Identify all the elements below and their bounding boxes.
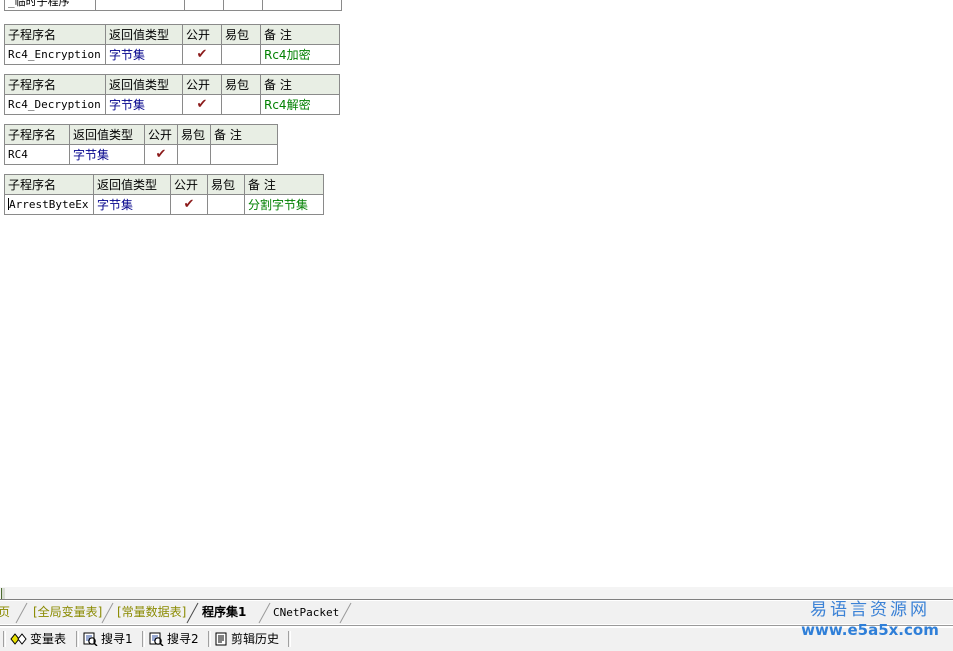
- table-header-row: 子程序名 返回值类型 公开 易包 备 注: [4, 24, 340, 45]
- col-header-easy-pack[interactable]: 易包: [221, 74, 261, 95]
- col-header-remark[interactable]: 备 注: [260, 74, 340, 95]
- tab-constant-data-table[interactable]: [常量数据表]: [115, 601, 188, 624]
- table-row[interactable]: _临时子程序: [4, 0, 342, 11]
- tab-bar-divider: [0, 624, 953, 626]
- cell-remark[interactable]: [210, 144, 278, 165]
- table-header-row: 子程序名 返回值类型 公开 易包 备 注: [4, 74, 340, 95]
- magnifier-page-icon: [83, 632, 98, 646]
- col-header-remark[interactable]: 备 注: [260, 24, 340, 45]
- table-header-row: 子程序名 返回值类型 公开 易包 备 注: [4, 124, 278, 145]
- tab-separator-icon: [186, 602, 199, 624]
- tab-label: [常量数据表]: [117, 605, 187, 619]
- toolbar-item-search-2[interactable]: 搜寻2: [149, 630, 199, 648]
- horizontal-scrollbar[interactable]: [0, 586, 953, 600]
- col-header-return-type[interactable]: 返回值类型: [69, 124, 145, 145]
- col-header-easy-pack[interactable]: 易包: [207, 174, 245, 195]
- table-row[interactable]: RC4 字节集 ✔: [4, 144, 278, 165]
- tab-page[interactable]: 页: [0, 601, 12, 624]
- cell-routine-name[interactable]: RC4: [4, 144, 70, 165]
- col-header-public[interactable]: 公开: [144, 124, 178, 145]
- code-editor-canvas[interactable]: _临时子程序 子程序名 返回值类型 公开 易包 备 注 Rc4_Encrypti…: [0, 0, 953, 586]
- cell-return-type[interactable]: 字节集: [69, 144, 145, 165]
- toolbar-divider: [76, 631, 79, 647]
- col-header-name[interactable]: 子程序名: [4, 174, 94, 195]
- cell-easy-pack[interactable]: [223, 0, 263, 11]
- cell-return-type[interactable]: 字节集: [105, 94, 183, 115]
- toolbar-item-search-1[interactable]: 搜寻1: [83, 630, 133, 648]
- cell-routine-name[interactable]: Rc4_Decryption: [4, 94, 106, 115]
- tab-separator-icon: [15, 602, 28, 624]
- cell-public-checkmark[interactable]: ✔: [170, 194, 208, 215]
- table-header-row: 子程序名 返回值类型 公开 易包 备 注: [4, 174, 324, 195]
- col-header-easy-pack[interactable]: 易包: [177, 124, 211, 145]
- toolbar-divider: [288, 631, 291, 647]
- col-header-public[interactable]: 公开: [170, 174, 208, 195]
- cell-remark[interactable]: Rc4加密: [260, 44, 340, 65]
- col-header-remark[interactable]: 备 注: [244, 174, 324, 195]
- table-row[interactable]: ArrestByteEx 字节集 ✔ 分割字节集: [4, 194, 324, 215]
- cell-return-type[interactable]: [95, 0, 185, 11]
- cell-return-type[interactable]: 字节集: [105, 44, 183, 65]
- col-header-name[interactable]: 子程序名: [4, 24, 106, 45]
- col-header-name[interactable]: 子程序名: [4, 124, 70, 145]
- toolbar-divider: [3, 631, 6, 647]
- col-header-name[interactable]: 子程序名: [4, 74, 106, 95]
- cell-remark[interactable]: [262, 0, 342, 11]
- table-row[interactable]: Rc4_Decryption 字节集 ✔ Rc4解密: [4, 94, 340, 115]
- diamonds-icon: [10, 632, 27, 645]
- toolbar-divider: [208, 631, 211, 647]
- col-header-return-type[interactable]: 返回值类型: [105, 24, 183, 45]
- tab-label: CNetPacket: [273, 606, 340, 619]
- tab-global-variable-table[interactable]: [全局变量表]: [31, 601, 104, 624]
- col-header-remark[interactable]: 备 注: [210, 124, 278, 145]
- cell-routine-name[interactable]: _临时子程序: [4, 0, 96, 11]
- routine-table-rc4-encryption[interactable]: 子程序名 返回值类型 公开 易包 备 注 Rc4_Encryption 字节集 …: [4, 24, 340, 65]
- tab-label: 程序集1: [202, 605, 247, 619]
- tab-label: [全局变量表]: [33, 605, 103, 619]
- cell-easy-pack[interactable]: [221, 44, 261, 65]
- tab-separator-icon: [101, 602, 114, 624]
- cell-routine-name-focused[interactable]: ArrestByteEx: [4, 194, 94, 215]
- horizontal-scrollbar-thumb[interactable]: [1, 588, 5, 599]
- routine-table-clipped[interactable]: _临时子程序: [4, 0, 342, 11]
- cell-easy-pack[interactable]: [207, 194, 245, 215]
- routine-table-arrestbyteex[interactable]: 子程序名 返回值类型 公开 易包 备 注 ArrestByteEx 字节集 ✔ …: [4, 174, 324, 215]
- document-tab-bar[interactable]: 页 [全局变量表] [常量数据表] 程序集1 CNetPacket: [0, 601, 953, 625]
- clipboard-icon: [215, 632, 227, 646]
- routine-table-rc4[interactable]: 子程序名 返回值类型 公开 易包 备 注 RC4 字节集 ✔: [4, 124, 278, 165]
- cell-remark[interactable]: Rc4解密: [260, 94, 340, 115]
- cell-remark[interactable]: 分割字节集: [244, 194, 324, 215]
- cell-public-checkmark[interactable]: ✔: [182, 94, 222, 115]
- routine-table-rc4-decryption[interactable]: 子程序名 返回值类型 公开 易包 备 注 Rc4_Decryption 字节集 …: [4, 74, 340, 115]
- toolbar-item-label: 变量表: [30, 632, 67, 646]
- toolbar-item-clip-history[interactable]: 剪辑历史: [215, 630, 279, 648]
- toolbar-item-label: 搜寻2: [167, 632, 199, 646]
- toolbar-item-label: 剪辑历史: [231, 632, 280, 646]
- toolbar-item-variable-table[interactable]: 变量表: [10, 630, 66, 648]
- magnifier-page-icon: [149, 632, 164, 646]
- cell-easy-pack[interactable]: [177, 144, 211, 165]
- toolbar-divider: [142, 631, 145, 647]
- cell-public-checkmark[interactable]: ✔: [144, 144, 178, 165]
- cell-easy-pack[interactable]: [221, 94, 261, 115]
- tab-cnetpacket[interactable]: CNetPacket: [271, 601, 341, 624]
- col-header-public[interactable]: 公开: [182, 74, 222, 95]
- cell-routine-name-text: ArrestByteEx: [9, 198, 89, 211]
- cell-routine-name[interactable]: Rc4_Encryption: [4, 44, 106, 65]
- col-header-easy-pack[interactable]: 易包: [221, 24, 261, 45]
- bottom-toolbar[interactable]: 变量表 搜寻1 搜寻2 剪辑历史: [0, 628, 953, 651]
- col-header-return-type[interactable]: 返回值类型: [105, 74, 183, 95]
- table-row[interactable]: Rc4_Encryption 字节集 ✔ Rc4加密: [4, 44, 340, 65]
- toolbar-item-label: 搜寻1: [101, 632, 133, 646]
- tab-separator-icon: [339, 602, 352, 624]
- col-header-return-type[interactable]: 返回值类型: [93, 174, 171, 195]
- cell-public-checkmark[interactable]: ✔: [182, 44, 222, 65]
- tab-program-set-1[interactable]: 程序集1: [200, 601, 248, 624]
- cell-return-type[interactable]: 字节集: [93, 194, 171, 215]
- tab-label: 页: [0, 605, 12, 619]
- cell-public[interactable]: [184, 0, 224, 11]
- col-header-public[interactable]: 公开: [182, 24, 222, 45]
